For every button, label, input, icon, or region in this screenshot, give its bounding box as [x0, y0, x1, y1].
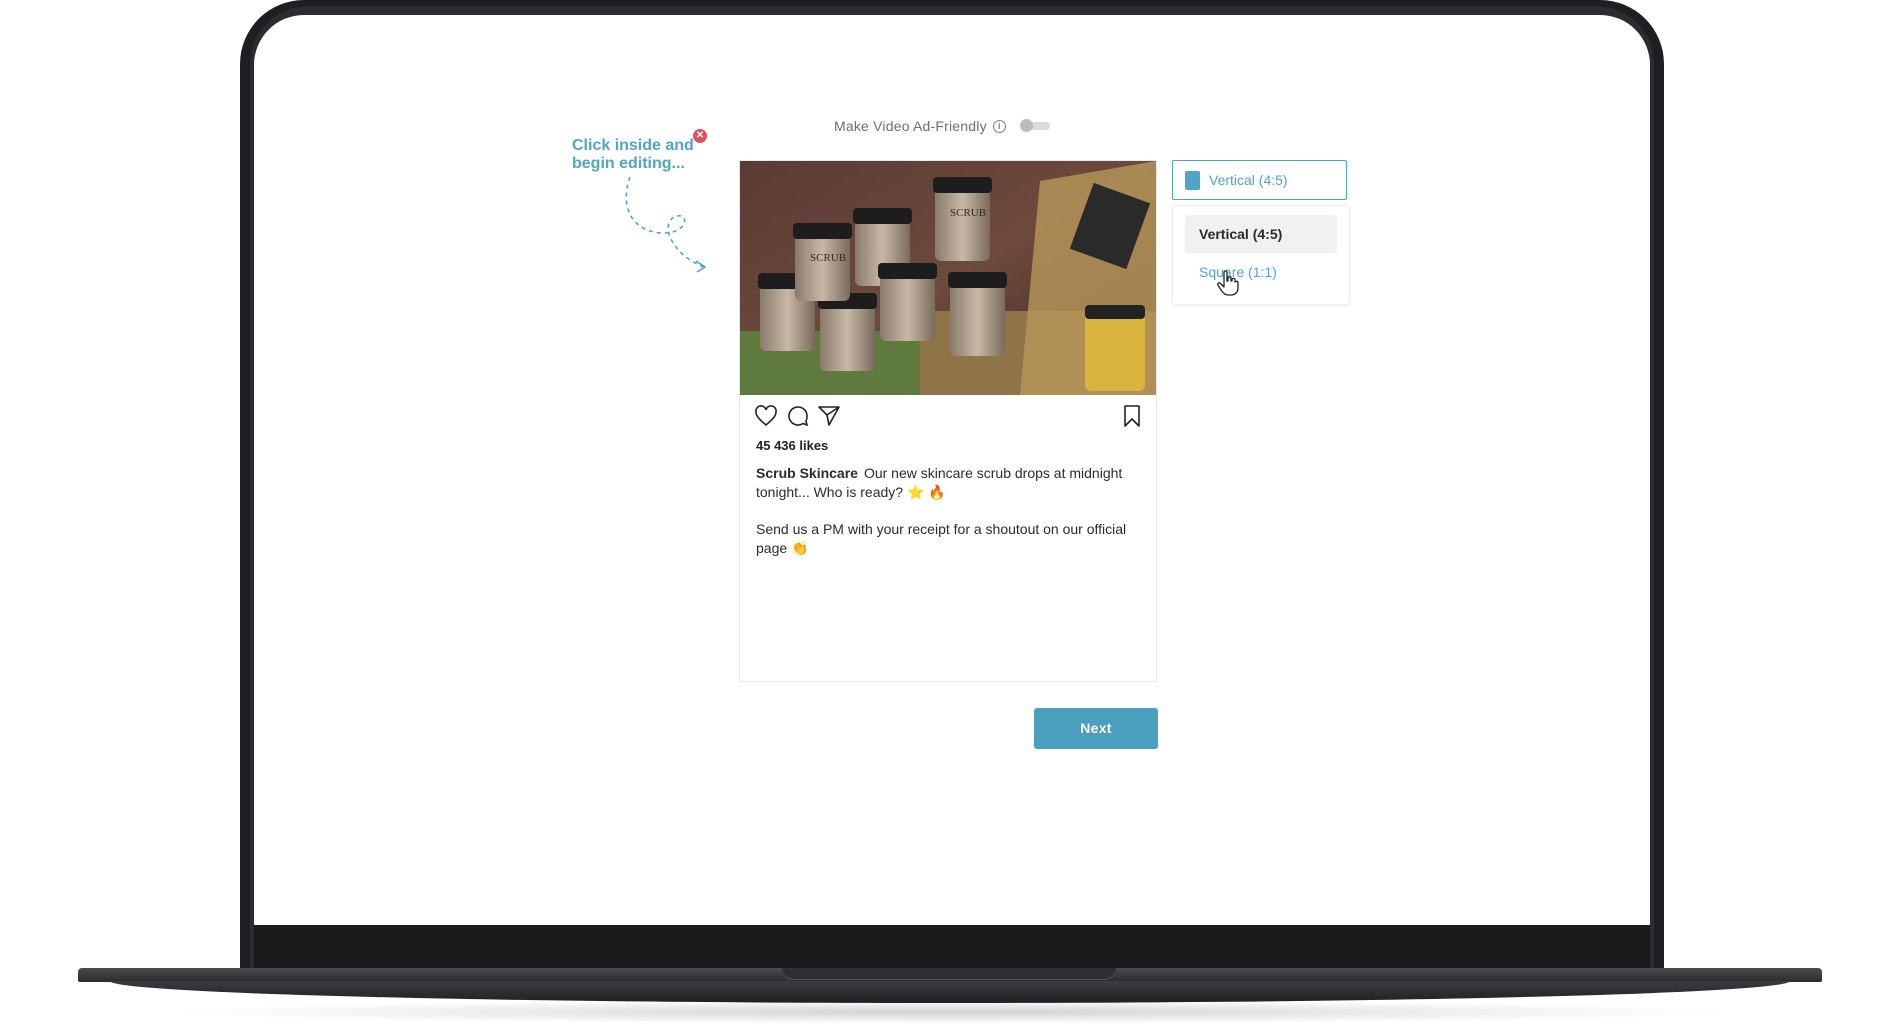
share-icon[interactable] — [817, 404, 841, 428]
post-image: SCRUB SCRUB — [740, 161, 1156, 395]
ad-friendly-label: Make Video Ad-Friendly — [834, 118, 987, 134]
hint-close-icon[interactable]: ✕ — [693, 129, 707, 143]
post-username: Scrub Skincare — [756, 465, 858, 481]
ad-friendly-toggle-row: Make Video Ad-Friendly i — [834, 116, 1050, 136]
laptop-shadow — [160, 1000, 1740, 1024]
jar-label: SCRUB — [810, 252, 846, 264]
format-dropdown-menu: Vertical (4:5) Square (1:1) — [1172, 205, 1350, 305]
post-actions — [754, 404, 1142, 428]
heart-icon[interactable] — [754, 404, 778, 428]
toggle-knob — [1019, 119, 1033, 132]
format-option-vertical[interactable]: Vertical (4:5) — [1185, 215, 1337, 253]
caption-text-2: Send us a PM with your receipt for a sho… — [756, 521, 1127, 556]
post-caption[interactable]: Scrub Skincare Our new skincare scrub dro… — [756, 464, 1144, 576]
format-select[interactable]: Vertical (4:5) — [1172, 160, 1347, 200]
jar-label: SCRUB — [950, 207, 986, 219]
ad-friendly-toggle[interactable] — [1019, 119, 1050, 132]
laptop-notch — [782, 968, 1116, 980]
next-button[interactable]: Next — [1034, 708, 1158, 749]
hand-cursor-icon — [1217, 270, 1239, 296]
info-icon[interactable]: i — [992, 119, 1006, 133]
post-preview-card[interactable]: SCRUB SCRUB 45 436 likes Scrub Skincare O… — [739, 160, 1157, 682]
laptop-bottom-bezel — [254, 925, 1650, 970]
bookmark-icon[interactable] — [1120, 404, 1144, 428]
format-select-value: Vertical (4:5) — [1209, 172, 1288, 188]
comment-icon[interactable] — [786, 404, 810, 428]
vertical-format-icon — [1185, 171, 1200, 190]
dashed-arrow-icon — [625, 176, 707, 273]
likes-count: 45 436 likes — [756, 438, 829, 453]
